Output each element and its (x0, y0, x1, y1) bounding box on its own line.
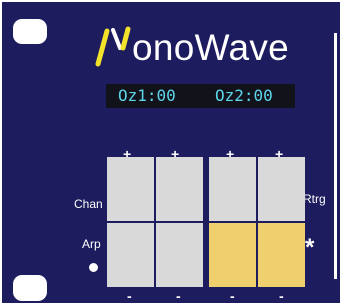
osc1-readout: Oz1:00 (118, 86, 176, 105)
pad-col3-minus[interactable]: - (230, 289, 235, 303)
pad-r1-c3[interactable] (209, 157, 256, 221)
pad-r1-c1[interactable] (107, 157, 154, 221)
pad-r2-c1[interactable] (107, 223, 154, 287)
pad-col1-minus[interactable]: - (127, 289, 132, 303)
chan-label: Chan (74, 197, 103, 211)
device-panel: onoWave Oz1:00 Oz2:00 + + + + Chan Arp R… (2, 2, 340, 303)
app-title: onoWave (132, 27, 290, 68)
rtrg-label: Rtrg (303, 192, 326, 206)
pad-r1-c2[interactable] (156, 157, 203, 221)
pad-col4-minus[interactable]: - (279, 289, 284, 303)
star-marker[interactable]: * (305, 236, 314, 260)
arp-indicator-dot[interactable] (89, 263, 98, 272)
arp-label: Arp (82, 237, 101, 251)
bottom-left-button[interactable] (13, 275, 47, 301)
osc-display: Oz1:00 Oz2:00 (106, 84, 295, 108)
pad-r2-c2[interactable] (156, 223, 203, 287)
osc2-readout: Oz2:00 (215, 86, 273, 105)
pad-r2-c4[interactable] (258, 223, 305, 287)
pad-r2-c3[interactable] (209, 223, 256, 287)
top-left-button[interactable] (13, 19, 47, 44)
vertical-divider (334, 33, 337, 279)
pad-col2-minus[interactable]: - (176, 289, 181, 303)
pad-r1-c4[interactable] (258, 157, 305, 221)
logo-mark-icon (95, 26, 131, 67)
